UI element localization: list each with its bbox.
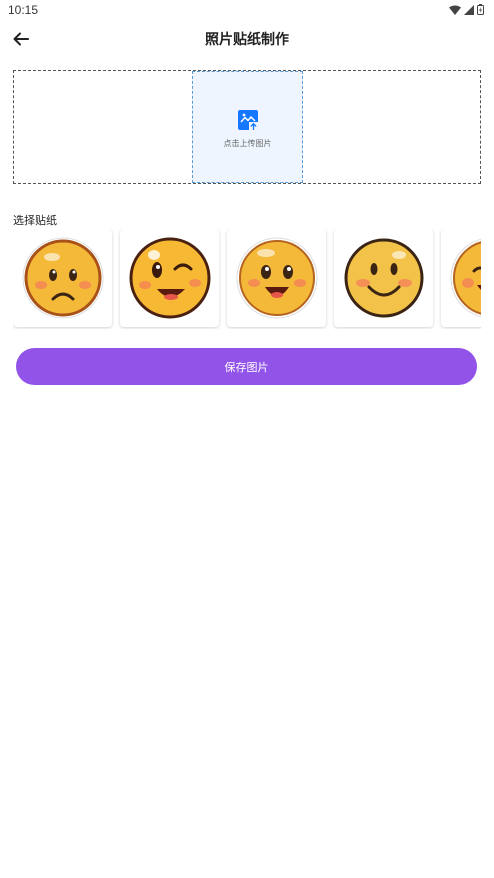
image-upload-icon [237,109,258,130]
laughing-emoji-icon [450,238,481,318]
status-icons [449,4,484,15]
smile-emoji-icon [344,238,423,318]
sticker-list[interactable] [13,229,481,329]
photo-canvas-area: 点击上传图片 [13,70,481,184]
sticker-laughing[interactable] [441,229,481,327]
sticker-smile[interactable] [334,229,433,327]
status-bar: 10:15 [0,0,494,22]
sticker-section-label: 选择贴纸 [13,214,57,227]
battery-icon [477,4,484,15]
page-title: 照片贴纸制作 [205,32,289,48]
sad-emoji-icon [22,237,103,319]
status-time: 10:15 [8,3,39,17]
sticker-wink[interactable] [120,229,219,327]
sticker-happy-blush[interactable] [227,229,326,327]
signal-icon [464,4,474,15]
app-header: 照片贴纸制作 [0,22,494,56]
save-image-button[interactable]: 保存图片 [16,348,477,385]
upload-image-button[interactable]: 点击上传图片 [192,71,303,183]
happy-blush-emoji-icon [236,237,317,319]
wink-emoji-icon [129,237,210,319]
wifi-icon [449,5,461,15]
upload-label: 点击上传图片 [223,138,272,148]
sticker-sad[interactable] [13,229,112,327]
